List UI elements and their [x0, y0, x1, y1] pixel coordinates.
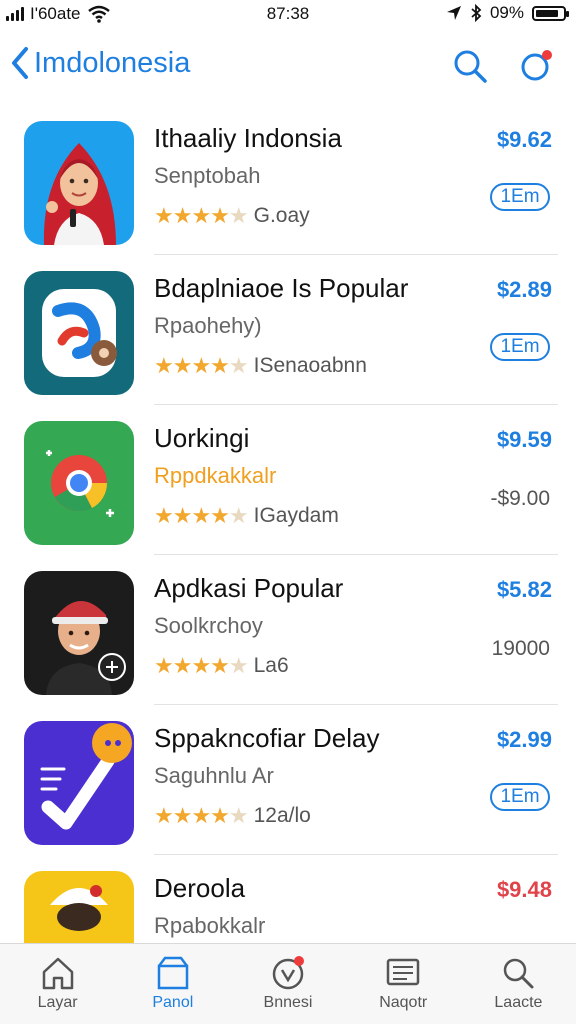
star-rating-icon: ★★★★★ [154, 203, 249, 228]
tab-layar[interactable]: Layar [0, 944, 115, 1024]
app-title: Uorkingi [154, 423, 250, 453]
rating-label: G.oay [253, 204, 310, 227]
app-row[interactable]: Uorkingi Rppdkakkalr ★★★★★ IGaydam $9.59… [0, 405, 576, 555]
app-list: Ithaaliy Indonsia Senptobah ★★★★★ G.oay … [0, 105, 576, 1005]
app-price: $2.89 [496, 277, 552, 302]
app-price: $9.48 [496, 877, 552, 902]
bluetooth-icon [471, 4, 482, 22]
rating-label: ISenaoabnn [253, 354, 367, 377]
status-bar: I'60ate 87:38 09% [0, 0, 576, 30]
app-thumbnail-chrome-logo [24, 421, 134, 545]
app-subtitle: Rppdkakkalr [154, 463, 277, 488]
star-rating-icon: ★★★★★ [154, 803, 249, 828]
app-title: Apdkasi Popular [154, 573, 344, 603]
app-row[interactable]: Sppakncofiar Delay Saguhnlu Ar ★★★★★ 12a… [0, 705, 576, 855]
nav-header: Imdolonesia [0, 40, 576, 96]
tab-bar: Layar Panol Bnnesi Naqotr Laacte [0, 943, 576, 1024]
star-rating-icon: ★★★★★ [154, 353, 249, 378]
notification-badge [542, 50, 552, 60]
secondary-price: 19000 [491, 637, 550, 660]
app-thumbnail-hijab-woman [24, 121, 134, 245]
app-row[interactable]: Bdaplniaoe Is Popular Rpaohehy) ★★★★★ IS… [0, 255, 576, 405]
tab-panol[interactable]: Panol [115, 944, 230, 1024]
app-price: $2.99 [496, 727, 552, 752]
list-icon [386, 958, 420, 986]
app-rating: ★★★★★ IGaydam [154, 503, 339, 529]
app-row[interactable]: Ithaaliy Indonsia Senptobah ★★★★★ G.oay … [0, 105, 576, 255]
back-button[interactable]: Imdolonesia [10, 46, 190, 80]
app-thumbnail-checkmark [24, 721, 134, 845]
app-subtitle: Rpaohehy) [154, 313, 262, 338]
get-button[interactable]: 1Em [490, 183, 550, 211]
tab-naqotr[interactable]: Naqotr [346, 944, 461, 1024]
status-right: 09% [446, 3, 569, 23]
get-button[interactable]: 1Em [490, 333, 550, 361]
location-arrow-icon [446, 6, 461, 20]
app-rating: ★★★★★ G.oay [154, 203, 310, 229]
tab-label: Panol [152, 994, 194, 1011]
star-rating-icon: ★★★★★ [154, 503, 249, 528]
chevron-left-icon [12, 47, 28, 79]
tab-laacte[interactable]: Laacte [461, 944, 576, 1024]
home-icon [42, 957, 73, 990]
app-thumbnail-swirl-logo [24, 271, 134, 395]
store-icon [157, 956, 189, 990]
app-title: Bdaplniaoe Is Popular [154, 273, 409, 303]
battery-icon [532, 5, 569, 21]
app-row[interactable]: Apdkasi Popular Soolkrchoy ★★★★★ La6 $5.… [0, 555, 576, 705]
app-title: Deroola [154, 873, 246, 903]
compass-icon [272, 956, 304, 990]
app-subtitle: Soolkrchoy [154, 613, 263, 638]
app-rating: ★★★★★ La6 [154, 653, 289, 679]
rating-label: 12a/lo [253, 804, 311, 827]
tab-bnnesi[interactable]: Bnnesi [230, 944, 345, 1024]
app-rating: ★★★★★ 12a/lo [154, 803, 311, 829]
app-subtitle: Rpabokkalr [154, 913, 266, 938]
rating-label: IGaydam [253, 504, 339, 527]
back-label: Imdolonesia [34, 46, 191, 79]
notifications-button[interactable] [518, 48, 554, 84]
search-icon [504, 958, 534, 989]
app-rating: ★★★★★ ISenaoabnn [154, 353, 367, 379]
rating-label: La6 [253, 654, 289, 677]
star-rating-icon: ★★★★★ [154, 653, 249, 678]
tab-label: Layar [37, 994, 78, 1011]
app-price: $9.59 [496, 427, 552, 452]
search-button[interactable] [452, 48, 488, 84]
app-thumbnail-cap-man [24, 571, 134, 695]
tab-label: Naqotr [379, 994, 428, 1011]
app-title: Ithaaliy Indonsia [154, 123, 342, 153]
search-icon [454, 50, 487, 83]
app-title: Sppakncofiar Delay [154, 723, 380, 753]
app-price: $5.82 [496, 577, 552, 602]
app-subtitle: Senptobah [154, 163, 261, 188]
battery-percent: 09% [489, 3, 524, 22]
get-button[interactable]: 1Em [490, 783, 550, 811]
tab-label: Laacte [494, 994, 543, 1011]
app-subtitle: Saguhnlu Ar [154, 763, 274, 788]
tab-label: Bnnesi [263, 994, 313, 1011]
app-price: $9.62 [496, 127, 552, 152]
secondary-price: -$9.00 [490, 487, 550, 510]
